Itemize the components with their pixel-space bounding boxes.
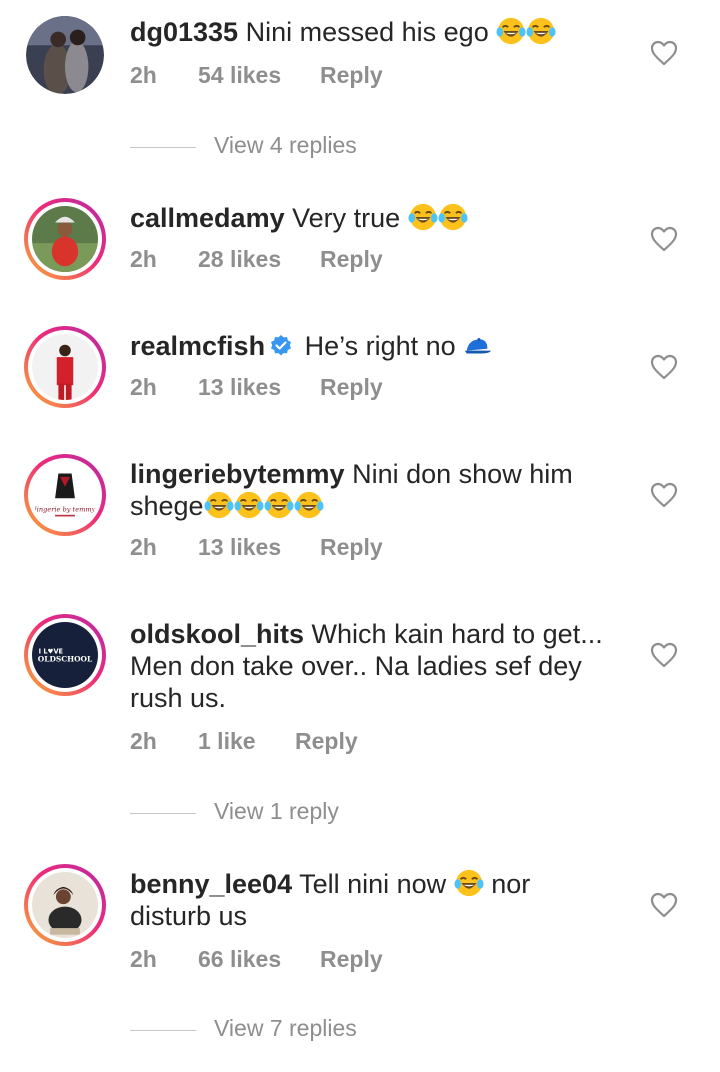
avatar[interactable] (24, 864, 106, 946)
comment-message: Nini don show him (352, 459, 573, 489)
comment-text: realmcfish He’s right no (130, 330, 630, 362)
comment-username[interactable]: oldskool_hits (130, 619, 304, 649)
avatar-photo (32, 206, 98, 272)
divider (130, 813, 196, 814)
avatar-photo (26, 16, 104, 94)
comment-likes[interactable]: 28 likes (198, 246, 281, 273)
divider (130, 1030, 196, 1031)
avatar-logo-text: OLDSCHOOL (38, 655, 93, 664)
tears-of-joy-emoji (294, 490, 324, 520)
tears-of-joy-emoji (408, 202, 438, 232)
tears-of-joy-emoji (454, 868, 484, 898)
comment-message-cont: shege (130, 491, 204, 521)
avatar-photo: I L♥VE OLDSCHOOL (32, 622, 98, 688)
comment-username[interactable]: dg01335 (130, 17, 238, 47)
comment-message: Nini messed his ego (245, 17, 489, 47)
view-replies-button[interactable]: View 7 replies (130, 1015, 530, 1045)
comment-message-cont: disturb us (130, 901, 248, 931)
comment-username[interactable]: benny_lee04 (130, 869, 292, 899)
comment-time: 2h (130, 946, 157, 972)
tears-of-joy-emoji (526, 16, 556, 46)
comment-likes[interactable]: 66 likes (198, 946, 281, 973)
avatar[interactable] (24, 326, 106, 408)
comment-message: nor (491, 869, 531, 899)
view-replies-label: View 7 replies (214, 1015, 357, 1041)
comment-message: He’s right no (304, 331, 456, 361)
heart-outline-icon[interactable] (650, 892, 678, 918)
heart-outline-icon[interactable] (650, 642, 678, 668)
view-replies-button[interactable]: View 4 replies (130, 132, 530, 162)
tears-of-joy-emoji (234, 490, 264, 520)
comment-time: 2h (130, 62, 157, 88)
heart-outline-icon[interactable] (650, 482, 678, 508)
reply-button[interactable]: Reply (320, 374, 383, 401)
view-replies-button[interactable]: View 1 reply (130, 798, 530, 828)
avatar-photo (32, 872, 98, 938)
comment-username[interactable]: lingeriebytemmy (130, 459, 345, 489)
avatar-photo (32, 334, 98, 400)
tears-of-joy-emoji (204, 490, 234, 520)
comment-time: 2h (130, 246, 157, 272)
comment-message: Which kain hard to get... (311, 619, 603, 649)
avatar-photo: lingerie by temmy (32, 462, 98, 528)
comment-time: 2h (130, 728, 157, 754)
tears-of-joy-emoji (438, 202, 468, 232)
comment-message-cont: rush us. (130, 683, 227, 713)
comment-text: dg01335 Nini messed his ego (130, 16, 630, 48)
svg-text:lingerie by temmy: lingerie by temmy (35, 506, 96, 514)
comment-username[interactable]: realmcfish (130, 331, 265, 361)
comment-text: callmedamy Very true (130, 202, 630, 234)
divider (130, 147, 196, 148)
comment-time: 2h (130, 374, 157, 400)
comment-likes[interactable]: 13 likes (198, 534, 281, 561)
comment-time: 2h (130, 534, 157, 560)
reply-button[interactable]: Reply (320, 62, 383, 89)
tears-of-joy-emoji (264, 490, 294, 520)
verified-badge-icon (271, 335, 292, 356)
avatar[interactable] (26, 16, 104, 94)
comment-username[interactable]: callmedamy (130, 203, 285, 233)
blue-cap-emoji (465, 337, 492, 354)
reply-button[interactable]: Reply (320, 246, 383, 273)
heart-outline-icon[interactable] (650, 354, 678, 380)
comment-message: Very true (292, 203, 401, 233)
comment-likes[interactable]: 1 like (198, 728, 256, 755)
tears-of-joy-emoji (496, 16, 526, 46)
comment-text: oldskool_hits Which kain hard to get... … (130, 618, 630, 714)
avatar[interactable] (24, 198, 106, 280)
reply-button[interactable]: Reply (295, 728, 358, 755)
comment-message: Tell nini now (299, 869, 447, 899)
comment-message-cont: Men don take over.. Na ladies sef dey (130, 651, 582, 681)
comment-likes[interactable]: 13 likes (198, 374, 281, 401)
comment-text: lingeriebytemmy Nini don show him shege (130, 458, 630, 522)
comment-text: benny_lee04 Tell nini now nor disturb us (130, 868, 630, 932)
avatar[interactable]: I L♥VE OLDSCHOOL (24, 614, 106, 696)
view-replies-label: View 1 reply (214, 798, 339, 824)
reply-button[interactable]: Reply (320, 534, 383, 561)
heart-outline-icon[interactable] (650, 226, 678, 252)
comment-likes[interactable]: 54 likes (198, 62, 281, 89)
avatar[interactable]: lingerie by temmy (24, 454, 106, 536)
reply-button[interactable]: Reply (320, 946, 383, 973)
heart-outline-icon[interactable] (650, 40, 678, 66)
view-replies-label: View 4 replies (214, 132, 357, 158)
